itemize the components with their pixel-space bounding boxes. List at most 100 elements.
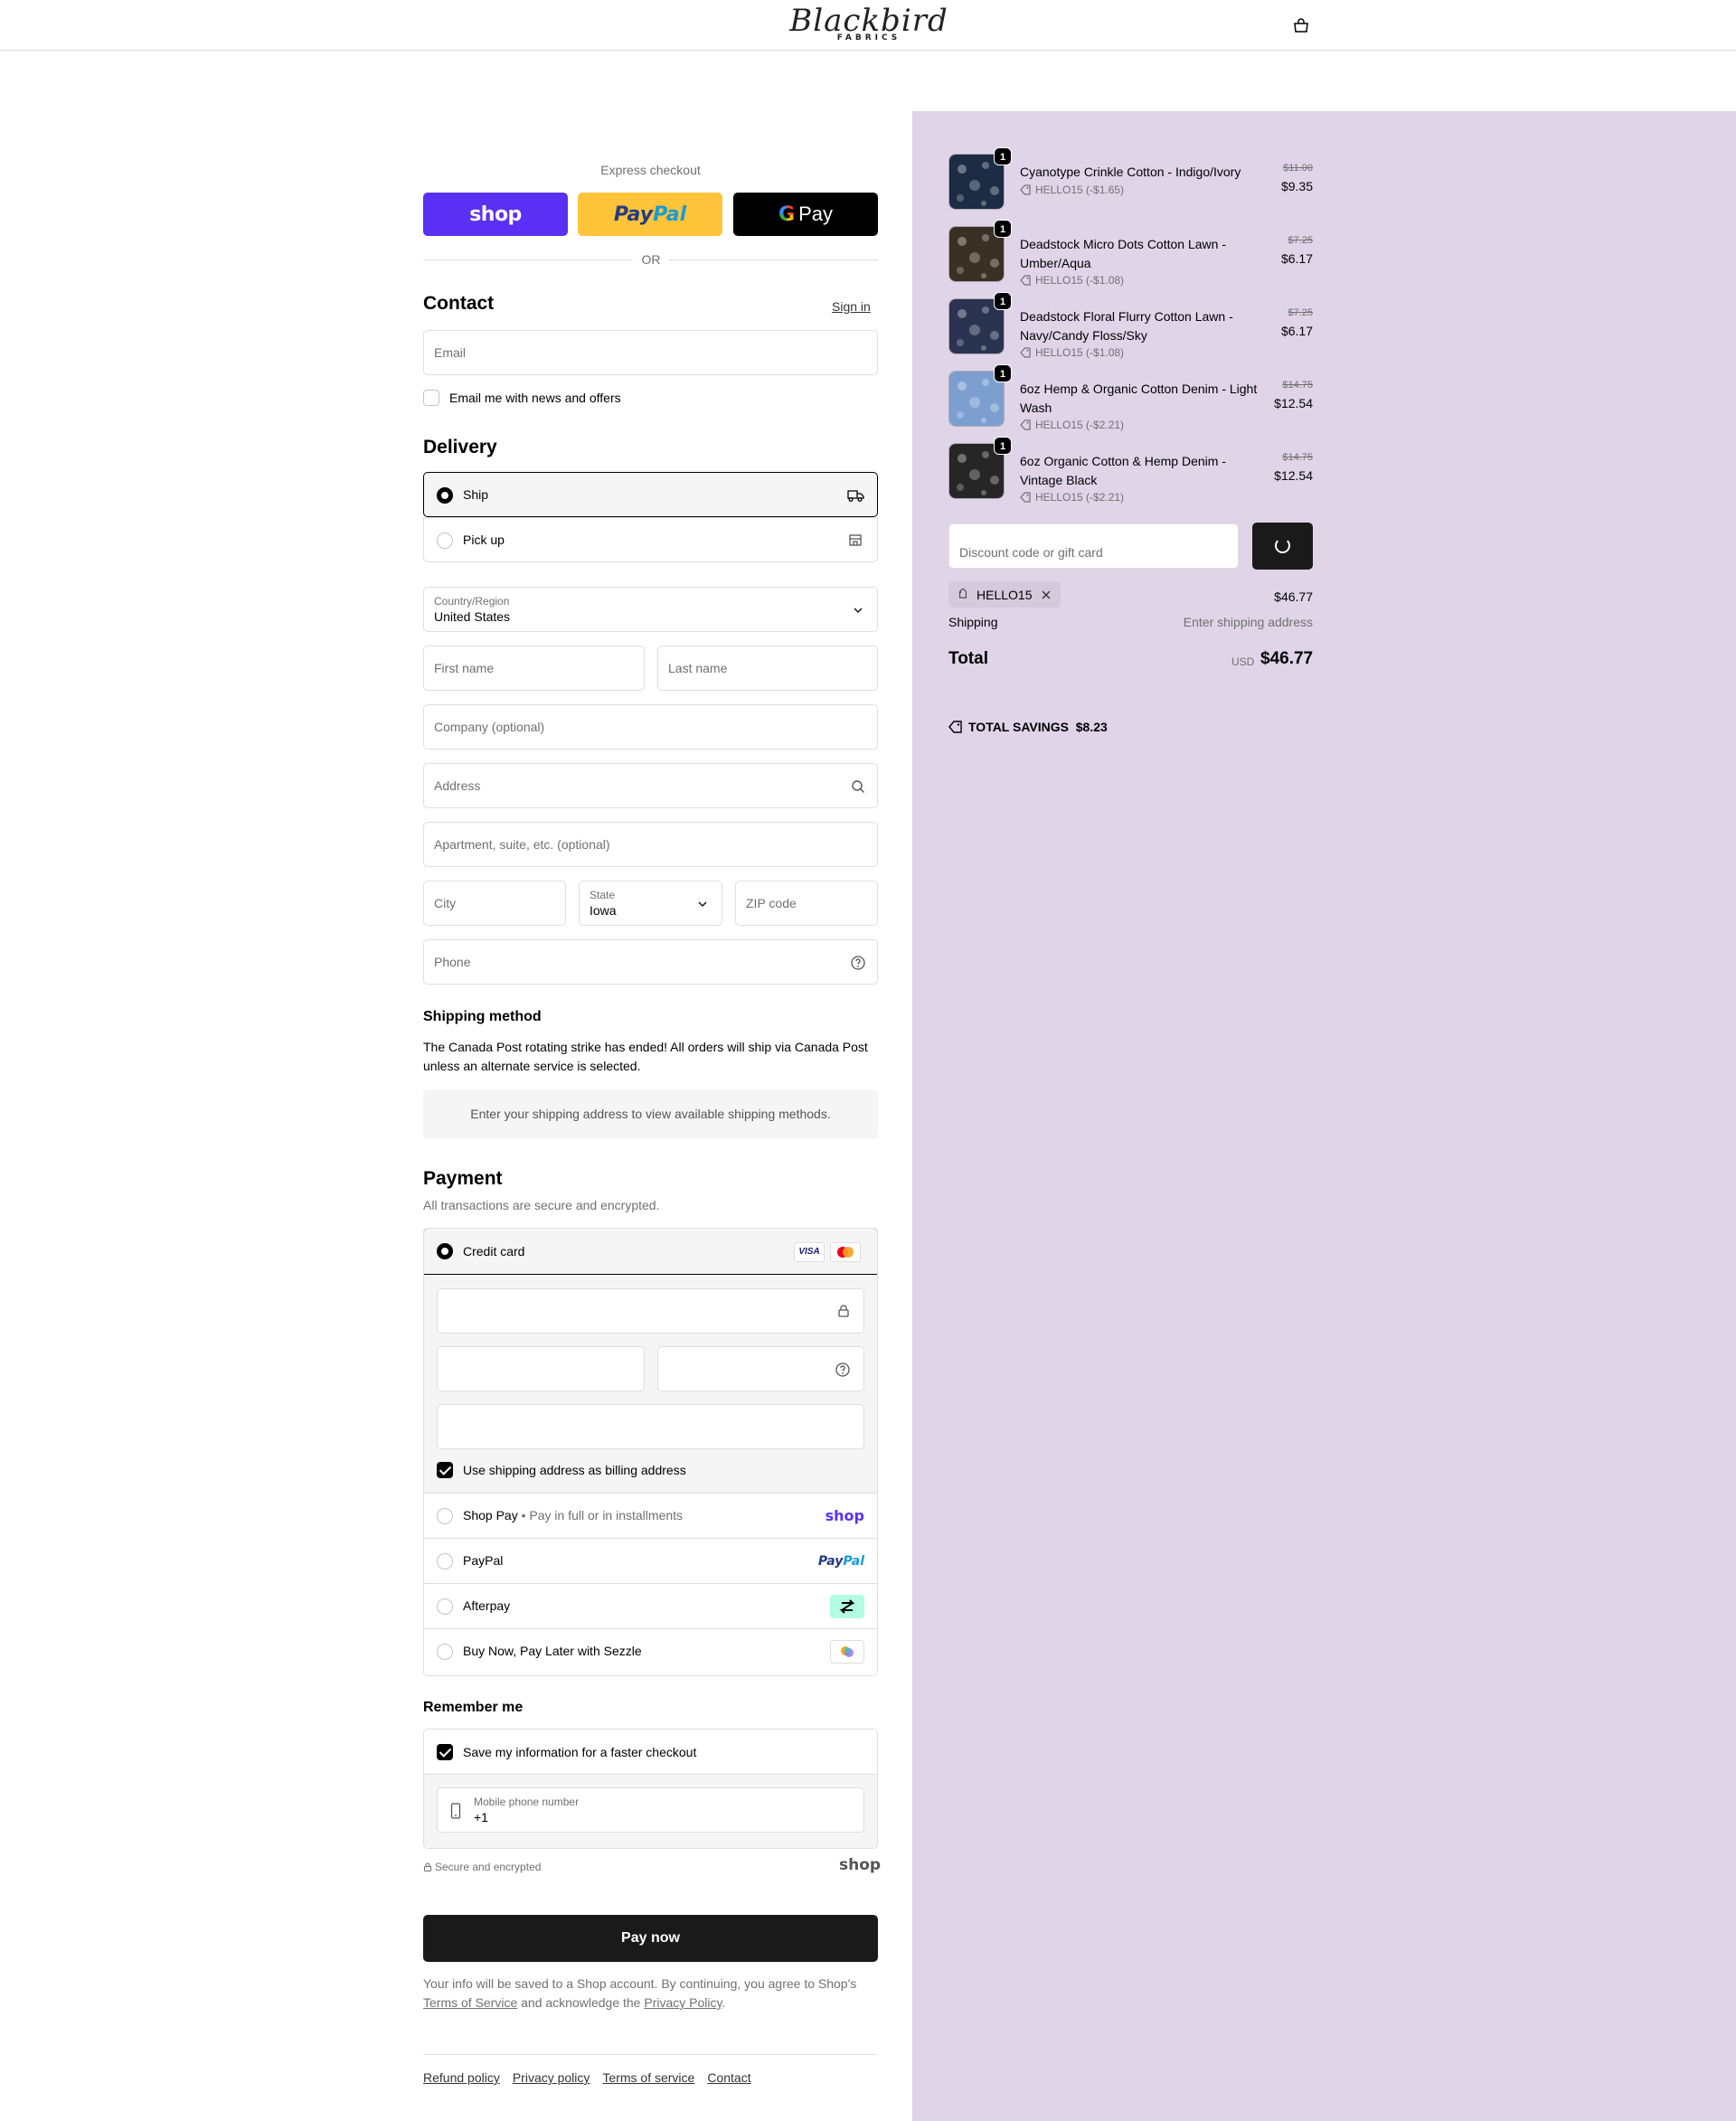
discount-code-placeholder: Discount code or gift card [959,545,1103,560]
email-field[interactable]: Email [423,330,878,375]
legal-note: Your info will be saved to a Shop accoun… [423,1975,878,2013]
quantity-badge: 1 [994,364,1012,382]
credit-card-radio[interactable] [437,1243,453,1259]
apply-discount-button[interactable] [1252,523,1313,570]
paypal-logo-pay: Pay [817,1554,844,1569]
mobile-phone-field[interactable]: Mobile phone number +1 [437,1787,864,1833]
payment-option-shop-pay[interactable]: Shop Pay • Pay in full or in installment… [424,1494,877,1539]
shop-terms-link[interactable]: Terms of Service [423,1995,517,2010]
address-field[interactable]: Address [423,763,878,808]
total-savings: TOTAL SAVINGS $8.23 [948,720,1108,734]
delivery-heading: Delivery [423,437,497,457]
discounted-price: $6.17 [1280,324,1313,338]
discount-code-field[interactable]: Discount code or gift card [948,523,1239,569]
discounted-price: $12.54 [1274,468,1313,483]
legal-mid: and acknowledge the [517,1995,645,2010]
pickup-radio[interactable] [437,533,453,549]
search-icon [852,780,864,793]
sign-in-link[interactable]: Sign in [832,299,871,314]
city-field[interactable]: City [423,881,566,926]
apartment-field[interactable]: Apartment, suite, etc. (optional) [423,822,878,867]
original-price: $7.25 [1288,235,1313,246]
payment-option-paypal[interactable]: PayPal PayPal [424,1539,877,1584]
delivery-option-ship[interactable]: Ship [423,472,878,517]
or-label: OR [633,252,669,267]
shop-pay-logo: shop [825,1507,864,1524]
billing-same-label: Use shipping address as billing address [463,1463,686,1477]
refund-policy-link[interactable]: Refund policy [423,2070,500,2085]
tag-icon [1020,419,1031,430]
original-price: $14.75 [1282,380,1313,391]
privacy-policy-link[interactable]: Privacy policy [513,2070,590,2085]
paypal-radio[interactable] [437,1553,453,1570]
subtotal-value: $46.77 [1274,589,1313,604]
phone-field[interactable]: Phone [423,939,878,985]
total-currency: USD [1231,655,1255,668]
product-discount-text: HELLO15 (-$2.21) [1035,491,1125,504]
company-field[interactable]: Company (optional) [423,704,878,749]
payment-heading: Payment [423,1168,503,1189]
shipping-label: Shipping [948,615,998,629]
google-g-icon: G [778,203,796,226]
first-name-field[interactable]: First name [423,646,645,691]
zip-field[interactable]: ZIP code [735,881,878,926]
payment-option-afterpay[interactable]: Afterpay [424,1584,877,1629]
loading-spinner-icon [1275,538,1290,553]
ship-radio[interactable] [437,487,453,504]
product-discount-text: HELLO15 (-$2.21) [1035,419,1125,431]
payment-option-credit-card[interactable]: Credit card VISA [424,1229,877,1275]
help-circle-icon[interactable] [835,1362,851,1378]
billing-same-checkbox[interactable] [437,1462,453,1478]
cart-bag-icon[interactable] [1293,18,1309,33]
state-select[interactable]: State Iowa [579,881,722,926]
save-info-row[interactable]: Save my information for a faster checkou… [424,1730,877,1775]
paypal-label: PayPal [463,1553,504,1568]
state-value: Iowa [590,903,617,918]
product-name: Deadstock Micro Dots Cotton Lawn - Umber… [1020,237,1226,270]
shipping-method-heading: Shipping method [423,1009,542,1024]
help-circle-icon[interactable] [850,955,866,971]
remember-me-box: Save my information for a faster checkou… [423,1729,878,1849]
close-icon[interactable] [1041,589,1052,600]
credit-card-form: Use shipping address as billing address [424,1275,877,1494]
delivery-option-pickup[interactable]: Pick up [423,517,878,562]
terms-of-service-link[interactable]: Terms of service [602,2070,694,2085]
total-label: Total [948,649,988,668]
pay-now-button[interactable]: Pay now [423,1915,878,1962]
sezzle-radio[interactable] [437,1644,453,1660]
lock-icon [423,1862,432,1872]
chevron-down-icon [854,608,863,613]
afterpay-radio[interactable] [437,1598,453,1615]
card-number-field[interactable] [437,1288,864,1334]
pickup-label: Pick up [463,533,505,547]
last-name-field[interactable]: Last name [657,646,878,691]
truck-icon [847,490,864,502]
company-placeholder: Company (optional) [434,720,545,734]
product-name: 6oz Organic Cotton & Hemp Denim - Vintag… [1020,454,1226,487]
product-name: Cyanotype Crinkle Cotton - Indigo/Ivory [1020,165,1241,179]
zip-placeholder: ZIP code [746,896,797,910]
payment-subtitle: All transactions are secure and encrypte… [423,1198,660,1212]
contact-link[interactable]: Contact [707,2070,750,2085]
footer-divider [423,2054,878,2055]
mastercard-icon [830,1242,861,1262]
shop-privacy-link[interactable]: Privacy Policy [644,1995,722,2010]
tag-icon [1020,275,1031,286]
card-cvv-field[interactable] [657,1346,864,1391]
card-name-field[interactable] [437,1404,864,1449]
google-pay-express-button[interactable]: G Pay [733,193,878,236]
shop-pay-radio[interactable] [437,1508,453,1524]
save-info-checkbox[interactable] [437,1744,453,1760]
country-select[interactable]: Country/Region United States [423,587,878,632]
visa-icon: VISA [794,1242,825,1262]
ship-label: Ship [463,487,489,502]
card-expiry-field[interactable] [437,1346,645,1391]
legal-pre: Your info will be saved to a Shop accoun… [423,1976,857,1991]
paypal-express-button[interactable]: Pay Pal [578,193,722,236]
country-label: Country/Region [434,595,510,608]
quantity-badge: 1 [994,147,1012,165]
shop-pay-express-button[interactable]: shop [423,193,568,236]
news-offers-checkbox[interactable] [423,390,439,406]
brand-logo[interactable]: Blackbird FABRICS [769,4,969,45]
payment-option-sezzle[interactable]: Buy Now, Pay Later with Sezzle [424,1629,877,1674]
